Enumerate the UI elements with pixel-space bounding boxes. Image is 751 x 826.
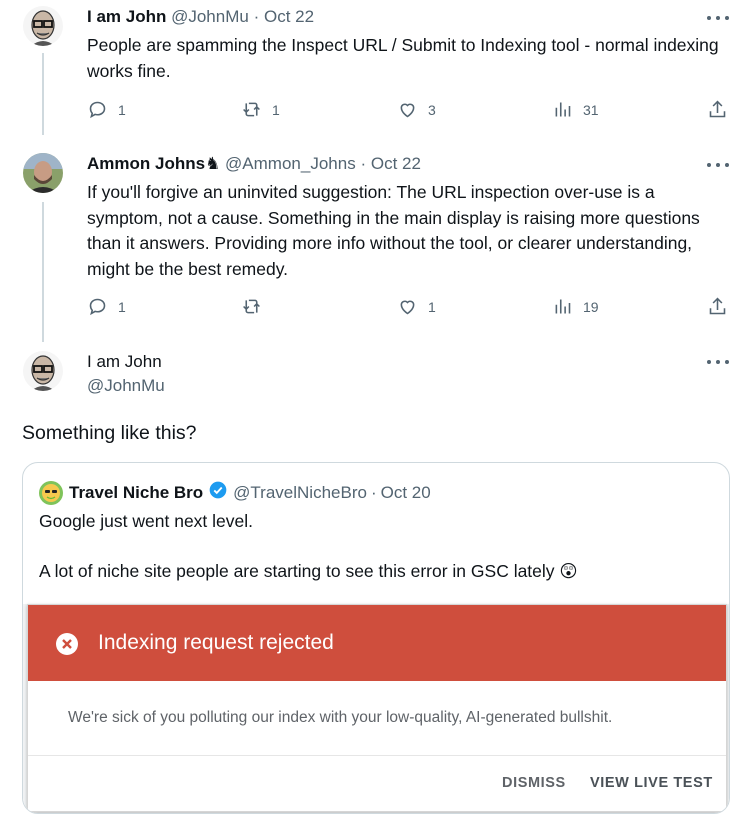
retweet-count: 1 xyxy=(272,101,280,118)
reply-icon xyxy=(89,298,106,316)
display-name[interactable]: Ammon Johns xyxy=(87,154,205,173)
handle[interactable]: @JohnMu xyxy=(87,375,165,397)
retweet-icon xyxy=(243,299,260,314)
display-name[interactable]: I am John xyxy=(87,351,162,373)
handle[interactable]: @Ammon_Johns xyxy=(225,154,356,173)
separator: · xyxy=(253,7,260,26)
separator: · xyxy=(360,154,367,173)
gsc-dialog: Indexing request rejected We're sick of … xyxy=(27,604,727,812)
quote-line-2-wrap: A lot of niche site people are starting … xyxy=(39,559,578,584)
reply-icon xyxy=(89,101,106,119)
view-count: 31 xyxy=(583,101,599,118)
john-avatar-icon xyxy=(23,351,63,391)
quote-line-1: Google just went next level. xyxy=(39,511,254,531)
share-icon xyxy=(709,297,726,315)
heart-icon xyxy=(400,300,415,315)
display-name[interactable]: I am John xyxy=(87,7,166,26)
like-count: 3 xyxy=(428,101,436,118)
quoted-tweet[interactable]: Travel Niche Bro @TravelNicheBro · Oct 2… xyxy=(22,462,730,814)
handle[interactable]: @JohnMu xyxy=(171,7,249,26)
tweet-header: I am John @JohnMu · Oct 22 xyxy=(87,6,314,28)
views-button[interactable]: 31 xyxy=(552,99,599,120)
view-live-test-button[interactable]: VIEW LIVE TEST xyxy=(590,775,713,791)
gsc-error-bar: Indexing request rejected xyxy=(28,605,726,681)
heart-icon xyxy=(400,103,415,118)
divider xyxy=(28,755,726,756)
more-options-button[interactable] xyxy=(707,157,729,173)
views-button[interactable]: 19 xyxy=(552,296,599,317)
timestamp[interactable]: Oct 22 xyxy=(371,154,421,173)
sunglasses-emoji-icon xyxy=(42,484,60,502)
john-avatar-icon xyxy=(23,6,63,46)
quote-line-2: A lot of niche site people are starting … xyxy=(39,561,555,581)
timestamp[interactable]: Oct 22 xyxy=(264,7,314,26)
more-options-button[interactable] xyxy=(707,354,729,370)
tweet-text: If you'll forgive an uninvited suggestio… xyxy=(87,182,700,279)
separator: · xyxy=(370,483,377,502)
gsc-title: Indexing request rejected xyxy=(98,631,334,654)
dismiss-button[interactable]: DISMISS xyxy=(502,775,566,791)
gsc-message: We're sick of you polluting our index wi… xyxy=(68,709,613,726)
avatar[interactable] xyxy=(23,153,63,193)
gsc-screenshot: Indexing request rejected We're sick of … xyxy=(23,604,729,813)
share-button[interactable] xyxy=(707,296,728,317)
thread-line xyxy=(42,53,44,135)
like-button[interactable]: 3 xyxy=(397,99,436,120)
share-icon xyxy=(709,100,726,118)
tweet-actions: 1 1 3 31 xyxy=(87,99,737,123)
like-count: 1 xyxy=(428,298,436,315)
avatar[interactable] xyxy=(23,351,63,391)
tweet-actions: 1 1 19 xyxy=(87,296,737,320)
reply-count: 1 xyxy=(118,298,126,315)
like-button[interactable]: 1 xyxy=(397,296,436,317)
verified-badge-icon xyxy=(208,480,228,506)
quote-display-name[interactable]: Travel Niche Bro xyxy=(69,482,203,504)
reply-button[interactable]: 1 xyxy=(87,296,126,317)
avatar[interactable] xyxy=(23,6,63,46)
reply-count: 1 xyxy=(118,101,126,118)
retweet-button[interactable] xyxy=(241,296,272,317)
views-icon xyxy=(555,299,571,314)
quote-handle[interactable]: @TravelNicheBro xyxy=(233,482,367,504)
retweet-icon xyxy=(243,102,260,117)
tweet-header: Ammon Johns♞ @Ammon_Johns · Oct 22 xyxy=(87,153,421,175)
ammon-avatar-icon xyxy=(23,153,63,193)
retweet-button[interactable]: 1 xyxy=(241,99,280,120)
name-emoji: ♞ xyxy=(205,154,221,173)
view-count: 19 xyxy=(583,298,599,315)
tweet-text: People are spamming the Inspect URL / Su… xyxy=(87,35,719,81)
views-icon xyxy=(555,102,571,117)
thread-line xyxy=(42,202,44,342)
error-icon xyxy=(56,633,78,655)
quote-header: Travel Niche Bro @TravelNicheBro · Oct 2… xyxy=(39,480,431,506)
reply-button[interactable]: 1 xyxy=(87,99,126,120)
astonished-emoji-icon: 😲 xyxy=(559,561,578,581)
travel-niche-bro-avatar[interactable] xyxy=(39,481,63,505)
tweet-text: Something like this? xyxy=(22,422,197,444)
share-button[interactable] xyxy=(707,99,728,120)
more-options-button[interactable] xyxy=(707,10,729,26)
quote-timestamp[interactable]: Oct 20 xyxy=(381,482,431,504)
